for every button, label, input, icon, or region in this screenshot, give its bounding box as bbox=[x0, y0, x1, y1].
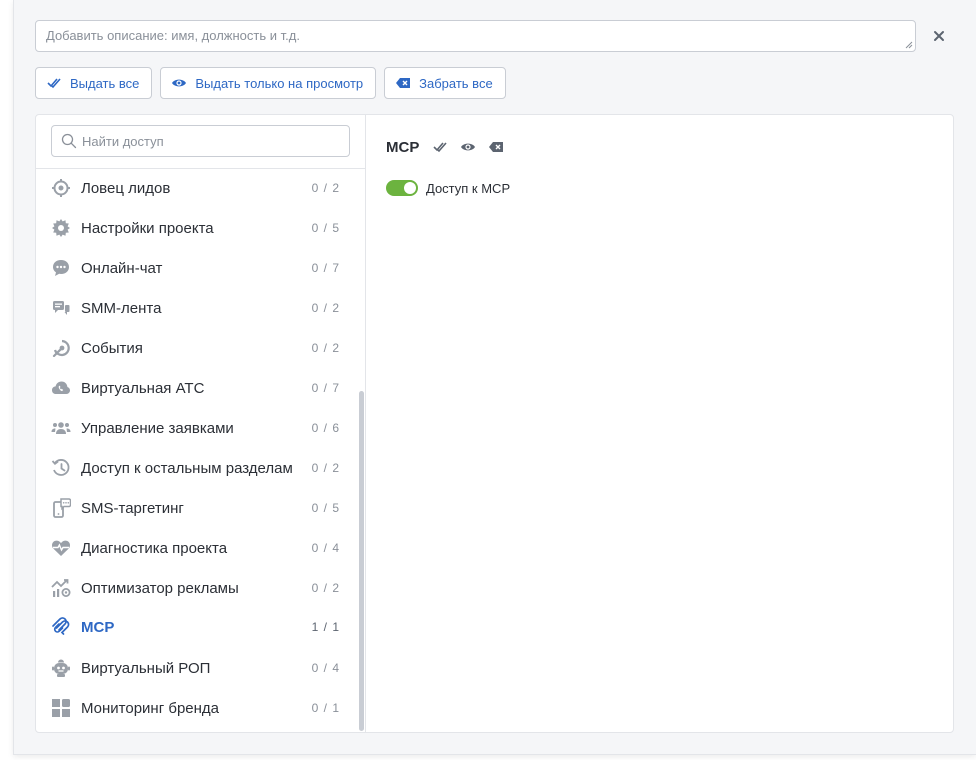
section-count: 0 / 4 bbox=[311, 661, 340, 675]
description-input[interactable] bbox=[35, 20, 916, 52]
section-count: 0 / 4 bbox=[311, 541, 340, 555]
dashboard-icon bbox=[51, 698, 71, 718]
section-label: Доступ к остальным разделам bbox=[81, 459, 293, 477]
section-title: MCP bbox=[386, 138, 420, 156]
cloud-phone-icon bbox=[51, 378, 71, 398]
section-label: Онлайн-чат bbox=[81, 259, 163, 277]
section-item-lead-catcher[interactable]: Ловец лидов 0 / 2 bbox=[36, 168, 358, 208]
grant-all-button[interactable]: Выдать все bbox=[35, 67, 153, 99]
section-details: MCP Доступ к MCP bbox=[366, 115, 953, 732]
view-only-section-button[interactable] bbox=[459, 138, 477, 156]
close-icon bbox=[934, 31, 944, 41]
section-label: Оптимизатор рекламы bbox=[81, 579, 239, 597]
section-item-mcp[interactable]: MCP 1 / 1 bbox=[36, 607, 358, 647]
section-item-project-settings[interactable]: Настройки проекта 0 / 5 bbox=[36, 208, 358, 248]
section-count: 0 / 2 bbox=[311, 461, 340, 475]
grant-view-only-label: Выдать только на просмотр bbox=[195, 75, 364, 91]
revoke-section-button[interactable] bbox=[487, 138, 505, 156]
section-item-ad-optimizer[interactable]: Оптимизатор рекламы 0 / 2 bbox=[36, 568, 358, 608]
section-count: 0 / 6 bbox=[311, 421, 340, 435]
section-count: 0 / 5 bbox=[311, 501, 340, 515]
search-input[interactable] bbox=[51, 125, 350, 157]
section-label: Диагностика проекта bbox=[81, 539, 228, 557]
section-count: 0 / 2 bbox=[311, 181, 340, 195]
section-label: События bbox=[81, 339, 143, 357]
section-label: SMS-таргетинг bbox=[81, 499, 184, 517]
section-count: 1 / 1 bbox=[311, 620, 340, 634]
smm-feed-icon bbox=[51, 298, 71, 318]
eye-icon bbox=[461, 143, 476, 151]
mcp-icon bbox=[51, 617, 71, 637]
section-item-request-management[interactable]: Управление заявками 0 / 6 bbox=[36, 408, 358, 448]
scrollbar-thumb[interactable] bbox=[359, 391, 364, 731]
grant-view-only-button[interactable]: Выдать только на просмотр bbox=[160, 67, 377, 99]
section-count: 0 / 7 bbox=[311, 381, 340, 395]
section-label: Настройки проекта bbox=[81, 219, 214, 237]
eye-icon bbox=[171, 75, 187, 91]
grant-all-label: Выдать все bbox=[70, 75, 140, 91]
section-label: Виртуальная АТС bbox=[81, 379, 205, 397]
users-icon bbox=[51, 418, 71, 438]
history-icon bbox=[51, 458, 71, 478]
double-check-icon bbox=[46, 75, 62, 91]
section-label: Мониторинг бренда bbox=[81, 699, 220, 717]
section-count: 0 / 5 bbox=[311, 221, 340, 235]
section-item-virtual-pbx[interactable]: Виртуальная АТС 0 / 7 bbox=[36, 368, 358, 408]
description-row bbox=[35, 20, 916, 52]
sections-list: Ловец лидов 0 / 2 Настройки проекта 0 / … bbox=[36, 168, 358, 732]
bulk-actions: Выдать все Выдать только на просмотр Заб… bbox=[35, 67, 506, 99]
double-check-icon bbox=[433, 142, 447, 153]
ad-optimizer-icon bbox=[51, 578, 71, 598]
section-count: 0 / 2 bbox=[311, 301, 340, 315]
access-panel: Выдать все Выдать только на просмотр Заб… bbox=[13, 0, 976, 755]
section-item-project-diagnostics[interactable]: Диагностика проекта 0 / 4 bbox=[36, 528, 358, 568]
permission-row: Доступ к MCP bbox=[386, 178, 510, 198]
section-count: 0 / 2 bbox=[311, 341, 340, 355]
revoke-all-button[interactable]: Забрать все bbox=[384, 67, 506, 99]
sections-sidebar: Ловец лидов 0 / 2 Настройки проекта 0 / … bbox=[36, 115, 366, 732]
permissions-card: Ловец лидов 0 / 2 Настройки проекта 0 / … bbox=[35, 114, 954, 733]
permission-label: Доступ к MCP bbox=[426, 180, 511, 196]
event-icon bbox=[51, 338, 71, 358]
toggle-knob bbox=[404, 182, 416, 194]
permission-toggle[interactable] bbox=[386, 180, 418, 196]
section-item-brand-monitoring[interactable]: Мониторинг бренда 0 / 1 bbox=[36, 688, 358, 728]
target-icon bbox=[51, 178, 71, 198]
sms-phone-icon bbox=[51, 498, 71, 518]
section-count: 0 / 7 bbox=[311, 261, 340, 275]
search-icon bbox=[61, 133, 77, 149]
section-label: Ловец лидов bbox=[81, 179, 171, 197]
search-box bbox=[51, 125, 350, 157]
section-label: Виртуальный РОП bbox=[81, 659, 211, 677]
section-header: MCP bbox=[386, 137, 505, 157]
section-label: SMM-лента bbox=[81, 299, 162, 317]
robot-icon bbox=[51, 658, 71, 678]
section-item-virtual-rop[interactable]: Виртуальный РОП 0 / 4 bbox=[36, 648, 358, 688]
backspace-icon bbox=[395, 75, 411, 91]
section-label: MCP bbox=[81, 618, 115, 636]
section-count: 0 / 2 bbox=[311, 581, 340, 595]
chat-bubble-icon bbox=[51, 258, 71, 278]
gear-icon bbox=[51, 218, 71, 238]
section-item-smm-feed[interactable]: SMM-лента 0 / 2 bbox=[36, 288, 358, 328]
grant-section-button[interactable] bbox=[431, 138, 449, 156]
section-item-online-chat[interactable]: Онлайн-чат 0 / 7 bbox=[36, 248, 358, 288]
heart-pulse-icon bbox=[51, 538, 71, 558]
section-item-other-sections[interactable]: Доступ к остальным разделам 0 / 2 bbox=[36, 448, 358, 488]
section-label: Управление заявками bbox=[81, 419, 234, 437]
section-item-sms-targeting[interactable]: SMS-таргетинг 0 / 5 bbox=[36, 488, 358, 528]
close-button[interactable] bbox=[930, 27, 948, 45]
revoke-all-label: Забрать все bbox=[419, 75, 493, 91]
section-item-events[interactable]: События 0 / 2 bbox=[36, 328, 358, 368]
backspace-icon bbox=[489, 142, 504, 152]
sections-scrollbar[interactable] bbox=[358, 169, 366, 732]
section-count: 0 / 1 bbox=[311, 701, 340, 715]
